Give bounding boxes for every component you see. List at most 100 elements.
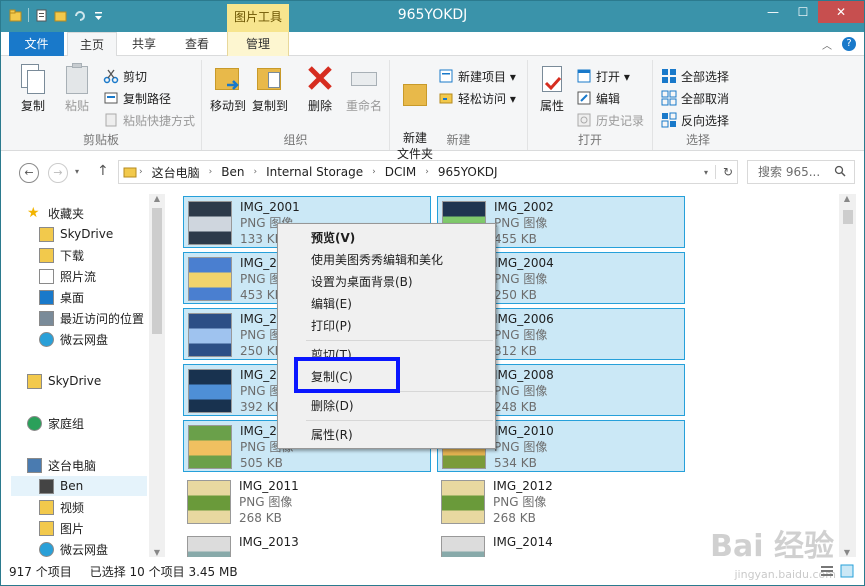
open-button[interactable]: 打开 ▾	[576, 66, 630, 86]
tab-view[interactable]: 查看	[171, 32, 223, 56]
scrollbar-thumb[interactable]	[152, 208, 162, 334]
close-button[interactable]: ✕	[818, 1, 864, 23]
customize-toolbar-icon[interactable]	[92, 9, 105, 22]
copy-icon	[17, 62, 49, 96]
tab-manage[interactable]: 管理	[227, 32, 289, 56]
thumbnail-image	[188, 201, 232, 245]
scroll-down-icon[interactable]: ▼	[839, 548, 855, 557]
back-button[interactable]: ←	[19, 163, 39, 183]
maximize-button[interactable]: ☐	[788, 1, 818, 23]
content-scrollbar[interactable]: ▲ ▼	[839, 194, 856, 557]
file-type: PNG 图像	[494, 328, 548, 342]
tab-file[interactable]: 文件	[9, 32, 64, 56]
sidebar-item[interactable]: 最近访问的位置	[39, 308, 144, 328]
address-bar[interactable]: › 这台电脑 › Ben › Internal Storage › DCIM ›…	[118, 160, 738, 184]
breadcrumb-separator: ›	[253, 167, 258, 177]
menu-item-copy[interactable]: 复制(C)	[311, 367, 353, 387]
breadcrumb-current[interactable]: 965YOKDJ	[431, 165, 505, 179]
open-icon	[577, 69, 591, 83]
details-view-icon[interactable]	[820, 564, 834, 578]
tab-share[interactable]: 共享	[120, 32, 168, 56]
recent-locations-chevron-icon[interactable]: ▾	[75, 167, 79, 176]
sidebar-item[interactable]: Ben	[11, 476, 147, 496]
file-name: IMG_2014	[493, 535, 553, 549]
menu-item-print[interactable]: 打印(P)	[311, 316, 352, 336]
copy-button[interactable]: 复制	[13, 62, 53, 114]
breadcrumb-dcim[interactable]: DCIM	[378, 165, 424, 179]
scroll-up-icon[interactable]: ▲	[149, 194, 165, 203]
paste-button[interactable]: 粘贴	[57, 62, 97, 114]
move-to-label: 移动到	[209, 99, 246, 113]
delete-button[interactable]: 删除	[300, 62, 340, 114]
sidebar-item[interactable]: 这台电脑	[27, 455, 96, 475]
menu-item-set-desktop-background[interactable]: 设置为桌面背景(B)	[311, 272, 413, 292]
menu-item-edit[interactable]: 编辑(E)	[311, 294, 352, 314]
select-none-button[interactable]: 全部取消	[661, 88, 729, 108]
breadcrumb-this-pc[interactable]: 这台电脑	[145, 164, 207, 181]
breadcrumb-internal-storage[interactable]: Internal Storage	[259, 165, 370, 179]
sidebar-item[interactable]: 微云网盘	[39, 539, 108, 559]
sidebar-item[interactable]: 家庭组	[27, 413, 84, 433]
properties-label: 属性	[539, 99, 564, 113]
help-icon[interactable]: ?	[842, 37, 856, 51]
undo-icon[interactable]	[73, 9, 86, 22]
menu-item-properties[interactable]: 属性(R)	[311, 425, 353, 445]
paste-shortcut-button[interactable]: 粘贴快捷方式	[103, 110, 195, 130]
easy-access-button[interactable]: 轻松访问 ▾	[438, 88, 516, 108]
scrollbar-thumb[interactable]	[843, 210, 853, 224]
sidebar-item-label: 微云网盘	[60, 542, 109, 557]
forward-button[interactable]: →	[48, 163, 68, 183]
sidebar-item[interactable]: ★ 收藏夹	[27, 203, 84, 223]
folder-icon[interactable]	[9, 9, 22, 22]
tiles-view-icon[interactable]	[840, 564, 854, 578]
sidebar-item[interactable]: SkyDrive	[27, 371, 101, 391]
search-icon[interactable]	[834, 165, 846, 177]
new-group: 新建 文件夹 新建项目 ▾ 轻松访问 ▾ 新建	[390, 60, 528, 161]
select-all-button[interactable]: 全部选择	[661, 66, 729, 86]
invert-selection-button[interactable]: 反向选择	[661, 110, 729, 130]
sidebar-item[interactable]: SkyDrive	[39, 224, 113, 244]
scroll-up-icon[interactable]: ▲	[839, 194, 855, 203]
edit-button[interactable]: 编辑	[576, 88, 620, 108]
new-item-button[interactable]: 新建项目 ▾	[438, 66, 516, 86]
move-to-button[interactable]: 移动到	[208, 62, 248, 114]
minimize-button[interactable]: —	[758, 1, 788, 23]
menu-item-meitu-edit[interactable]: 使用美图秀秀编辑和美化	[311, 250, 443, 270]
refresh-icon[interactable]: ↻	[715, 165, 737, 179]
nav-scrollbar[interactable]: ▲ ▼	[149, 194, 165, 557]
rename-button[interactable]: 重命名	[342, 62, 386, 114]
file-type: PNG 图像	[494, 272, 548, 286]
up-arrow-icon[interactable]: ↑	[97, 163, 109, 179]
sidebar-item[interactable]: 图片	[39, 518, 84, 538]
properties-icon[interactable]	[35, 9, 48, 22]
copy-to-button[interactable]: 复制到	[250, 62, 290, 114]
new-folder-icon[interactable]	[54, 9, 67, 22]
breadcrumb-ben[interactable]: Ben	[214, 165, 251, 179]
tab-home[interactable]: 主页	[67, 32, 117, 57]
sidebar-item[interactable]: 微云网盘	[39, 329, 108, 349]
chevron-up-icon[interactable]: ︿	[822, 37, 832, 52]
sidebar-item[interactable]: 桌面	[39, 287, 84, 307]
context-menu: 预览(V) 使用美图秀秀编辑和美化 设置为桌面背景(B) 编辑(E) 打印(P)…	[277, 223, 496, 449]
search-box[interactable]: 搜索 965...	[747, 160, 855, 184]
file-item[interactable]: IMG_2012 PNG 图像 268 KB	[437, 476, 685, 528]
menu-item-delete[interactable]: 删除(D)	[311, 396, 354, 416]
history-label: 历史记录	[596, 113, 645, 128]
cut-button[interactable]: 剪切	[103, 66, 147, 86]
file-item[interactable]: IMG_2013	[183, 532, 431, 557]
address-dropdown-icon[interactable]: ▾	[697, 168, 715, 177]
file-item[interactable]: IMG_2011 PNG 图像 268 KB	[183, 476, 431, 528]
copy-path-label: 复制路径	[123, 91, 172, 106]
menu-item-preview[interactable]: 预览(V)	[311, 228, 355, 248]
history-button[interactable]: 历史记录	[576, 110, 644, 130]
sidebar-item[interactable]: 视频	[39, 497, 84, 517]
sidebar-item[interactable]: 照片流	[39, 266, 96, 286]
menu-item-cut[interactable]: 剪切(T)	[311, 345, 352, 365]
properties-button[interactable]: 属性	[534, 62, 570, 114]
copy-path-button[interactable]: 复制路径	[103, 88, 171, 108]
scroll-down-icon[interactable]: ▼	[149, 548, 165, 557]
file-item[interactable]: IMG_2014	[437, 532, 685, 557]
sidebar-item-label: SkyDrive	[60, 227, 114, 241]
sidebar-item[interactable]: 下载	[39, 245, 84, 265]
file-size: 455 KB	[494, 232, 537, 246]
